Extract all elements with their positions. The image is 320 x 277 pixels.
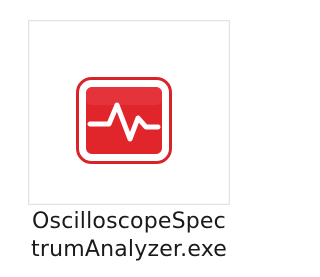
oscilloscope-app-icon[interactable] <box>76 77 172 164</box>
file-name-line-1: OscilloscopeSpec <box>32 209 226 234</box>
file-name-line-2: trumAnalyzer.exe <box>31 237 227 262</box>
file-name-label[interactable]: OscilloscopeSpec trumAnalyzer.exe <box>10 208 248 264</box>
file-item-oscilloscope-spectrum-analyzer[interactable]: OscilloscopeSpec trumAnalyzer.exe <box>0 0 258 277</box>
desktop-view: OscilloscopeSpec trumAnalyzer.exe <box>0 0 258 277</box>
